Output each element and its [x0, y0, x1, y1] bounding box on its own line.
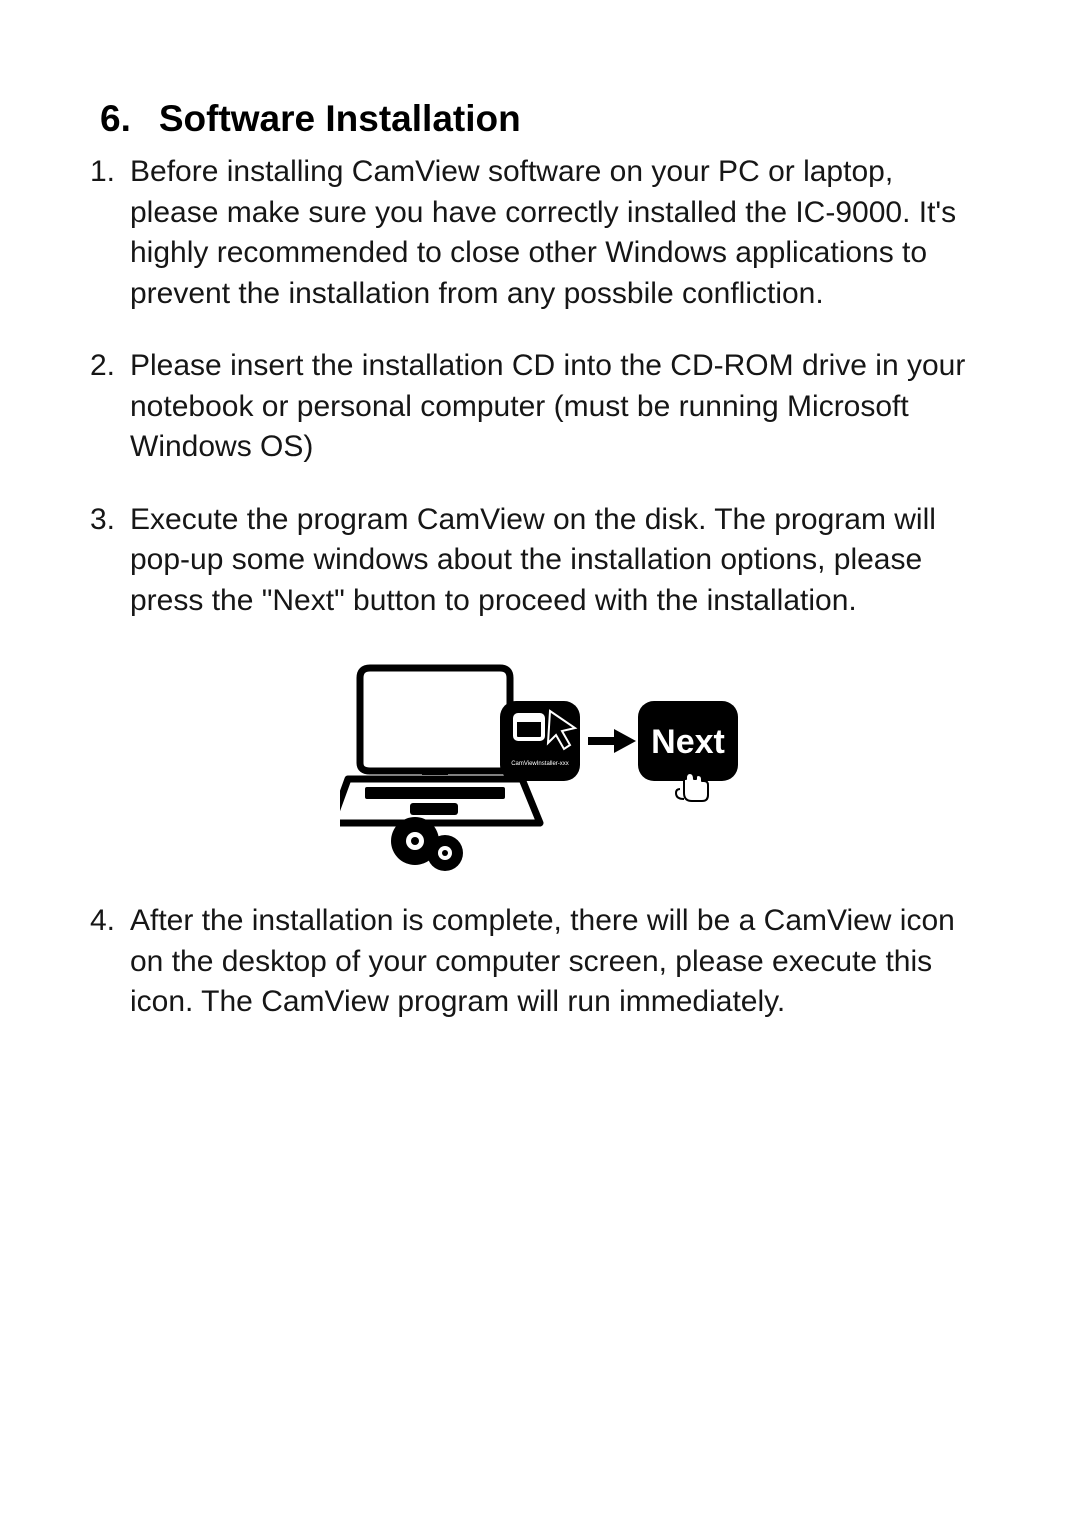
list-item-text: Before installing CamView software on yo… — [130, 152, 990, 314]
heading-title: Software Installation — [159, 98, 521, 140]
list-item: 1. Before installing CamView software on… — [90, 152, 990, 314]
list-item-number: 4. — [90, 901, 130, 1023]
list-item: 3. Execute the program CamView on the di… — [90, 500, 990, 622]
list-item-text: Execute the program CamView on the disk.… — [130, 500, 990, 622]
list-item-text: Please insert the installation CD into t… — [130, 346, 990, 468]
illustration-container: CamViewInstaller-xxx Next — [90, 653, 990, 873]
next-button-icon: Next — [638, 701, 738, 801]
list-item-number: 3. — [90, 500, 130, 622]
heading-number: 6. — [100, 98, 131, 140]
list-item: 2. Please insert the installation CD int… — [90, 346, 990, 468]
list-item: 4. After the installation is complete, t… — [90, 901, 990, 1023]
next-button-label: Next — [651, 723, 725, 761]
list-item-number: 1. — [90, 152, 130, 314]
installer-window-icon: CamViewInstaller-xxx — [500, 701, 580, 781]
section-heading: 6. Software Installation — [100, 98, 990, 140]
list-item-text: After the installation is complete, ther… — [130, 901, 990, 1023]
installation-illustration: CamViewInstaller-xxx Next — [340, 653, 740, 873]
list-item-number: 2. — [90, 346, 130, 468]
arrow-right-icon — [588, 729, 636, 753]
installer-label: CamViewInstaller-xxx — [511, 761, 569, 767]
